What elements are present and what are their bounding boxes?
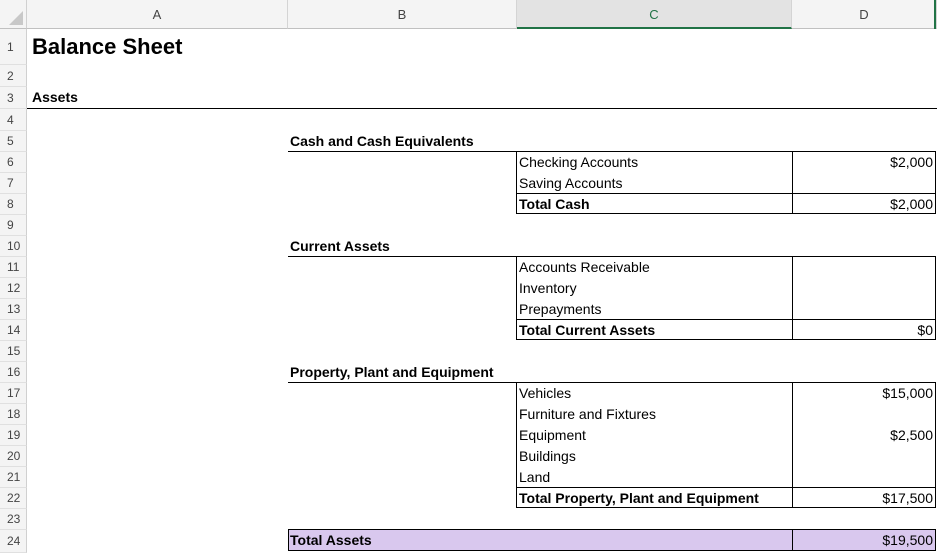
row-header-6[interactable]: 6: [0, 152, 27, 173]
select-all-triangle-icon: [9, 11, 23, 25]
row-header-8[interactable]: 8: [0, 194, 27, 215]
row-header-5[interactable]: 5: [0, 131, 27, 152]
ppe-total-value[interactable]: $17,500: [793, 488, 935, 509]
ppe-item-buildings[interactable]: Buildings: [516, 446, 786, 467]
row-header-13[interactable]: 13: [0, 299, 27, 320]
row-header-9[interactable]: 9: [0, 215, 27, 236]
row-header-16[interactable]: 16: [0, 362, 27, 383]
spreadsheet-grid: A B C D 1 2 3 4 5 6 7 8 9 10 11 12 13 14 15 16 17 18 19 20 2…: [0, 0, 937, 553]
row-header-10[interactable]: 10: [0, 236, 27, 257]
current-heading-rule: [288, 256, 517, 257]
row-header-15[interactable]: 15: [0, 341, 27, 362]
row-header-4[interactable]: 4: [0, 109, 27, 131]
row-header-17[interactable]: 17: [0, 383, 27, 404]
cash-item-saving[interactable]: Saving Accounts: [516, 173, 786, 194]
current-item-inventory[interactable]: Inventory: [516, 278, 786, 299]
ppe-item-furniture[interactable]: Furniture and Fixtures: [516, 404, 786, 425]
row-header-12[interactable]: 12: [0, 278, 27, 299]
current-heading[interactable]: Current Assets: [290, 236, 516, 257]
row-header-14[interactable]: 14: [0, 320, 27, 341]
total-assets-label[interactable]: Total Assets: [290, 530, 590, 551]
cash-total-value[interactable]: $2,000: [793, 194, 935, 215]
row-header-2[interactable]: 2: [0, 65, 27, 87]
column-header-c[interactable]: C: [517, 0, 792, 29]
ppe-item-vehicles[interactable]: Vehicles: [516, 383, 786, 404]
assets-heading-rule: [27, 108, 937, 109]
column-header-b[interactable]: B: [288, 0, 517, 29]
cash-item-checking[interactable]: Checking Accounts: [516, 152, 786, 173]
ppe-item-land[interactable]: Land: [516, 467, 786, 488]
ppe-heading-rule: [288, 382, 517, 383]
ppe-total-label[interactable]: Total Property, Plant and Equipment: [516, 488, 790, 509]
current-total-value[interactable]: $0: [793, 320, 935, 341]
row-header-18[interactable]: 18: [0, 404, 27, 425]
row-header-11[interactable]: 11: [0, 257, 27, 278]
row-header-3[interactable]: 3: [0, 87, 27, 109]
row-header-1[interactable]: 1: [0, 29, 27, 65]
column-header-d[interactable]: D: [792, 0, 937, 29]
row-header-19[interactable]: 19: [0, 425, 27, 446]
assets-heading[interactable]: Assets: [32, 87, 282, 108]
current-item-prepayments[interactable]: Prepayments: [516, 299, 786, 320]
page-title[interactable]: Balance Sheet: [32, 29, 332, 65]
ppe-value-vehicles[interactable]: $15,000: [793, 383, 935, 404]
row-header-23[interactable]: 23: [0, 509, 27, 530]
current-item-receivable[interactable]: Accounts Receivable: [516, 257, 786, 278]
row-header-20[interactable]: 20: [0, 446, 27, 467]
cash-value-checking[interactable]: $2,000: [793, 152, 935, 173]
total-assets-value[interactable]: $19,500: [793, 530, 935, 551]
ppe-value-equipment[interactable]: $2,500: [793, 425, 935, 446]
row-header-24[interactable]: 24: [0, 530, 27, 553]
cash-heading-rule: [288, 151, 517, 152]
column-header-a[interactable]: A: [27, 0, 288, 29]
ppe-heading[interactable]: Property, Plant and Equipment: [290, 362, 516, 383]
selection-edge: [934, 0, 936, 29]
cash-total-label[interactable]: Total Cash: [516, 194, 786, 215]
cash-heading[interactable]: Cash and Cash Equivalents: [290, 131, 516, 152]
row-header-21[interactable]: 21: [0, 467, 27, 488]
row-header-7[interactable]: 7: [0, 173, 27, 194]
ppe-item-equipment[interactable]: Equipment: [516, 425, 786, 446]
select-all-corner[interactable]: [0, 0, 27, 29]
row-header-22[interactable]: 22: [0, 488, 27, 509]
current-total-label[interactable]: Total Current Assets: [516, 320, 786, 341]
